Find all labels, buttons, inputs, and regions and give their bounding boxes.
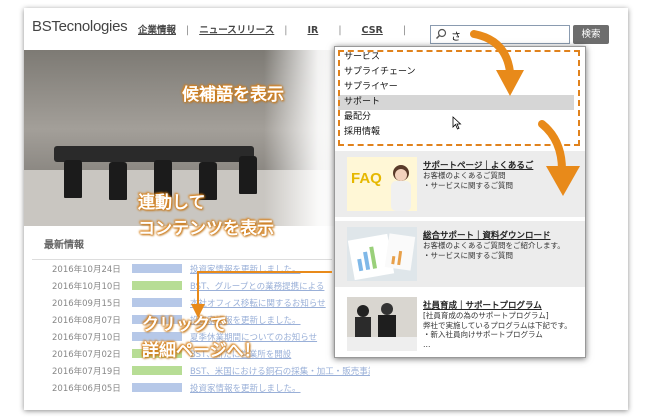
news-date: 2016年06月05日 bbox=[52, 384, 121, 394]
news-date: 2016年10月24日 bbox=[52, 265, 121, 275]
search-query: さ bbox=[451, 32, 461, 43]
news-date: 2016年07月10日 bbox=[52, 333, 121, 343]
search-button[interactable]: 検索 bbox=[573, 25, 609, 44]
card-title[interactable]: サポートページ｜よくあるご bbox=[423, 159, 533, 171]
nav-company[interactable]: 企業情報 bbox=[138, 25, 176, 36]
faq-thumbnail: FAQ bbox=[347, 157, 417, 211]
global-nav: 企業情報 | ニュースリリース | IR | CSR | bbox=[138, 25, 407, 36]
news-category-badge bbox=[132, 366, 182, 375]
meeting-thumbnail bbox=[347, 297, 417, 351]
arrow-to-content-icon bbox=[538, 120, 580, 196]
mouse-cursor-icon bbox=[452, 116, 462, 130]
document-thumbnail bbox=[347, 227, 417, 281]
callout-show-suggestions: 候補語を表示 bbox=[182, 85, 284, 105]
search-icon bbox=[435, 28, 447, 40]
card-title[interactable]: 総合サポート｜資料ダウンロード bbox=[423, 229, 551, 241]
news-category-badge bbox=[132, 298, 182, 307]
card-description: [社員育成の為のサポートプログラム] 弊社で実施しているプログラムは下記です。 ・新… bbox=[423, 311, 572, 349]
card-description: お客様のよくあるご質問をご紹介します。 ・サービスに関するご質問 bbox=[423, 241, 565, 260]
news-category-badge bbox=[132, 383, 182, 392]
arrow-to-suggestions-icon bbox=[470, 30, 524, 96]
news-date: 2016年07月02日 bbox=[52, 350, 121, 360]
callout-linked-line2: コンテンツを表示 bbox=[138, 219, 274, 239]
callout-click-line1: クリックで bbox=[142, 315, 227, 335]
nav-news[interactable]: ニュースリリース bbox=[199, 25, 274, 36]
news-row[interactable]: 2016年06月05日 投資家情報を更新しました。 bbox=[32, 379, 332, 396]
news-category-badge bbox=[132, 264, 182, 273]
nav-ir[interactable]: IR bbox=[307, 25, 318, 36]
news-date: 2016年10月10日 bbox=[52, 282, 121, 292]
news-date: 2016年08月07日 bbox=[52, 316, 121, 326]
card-title[interactable]: 社員育成｜サポートプログラム bbox=[423, 299, 542, 311]
news-link[interactable]: BST、米国における銅石の採集・加工・販売事業に参画 bbox=[190, 365, 370, 377]
content-card-training[interactable]: 社員育成｜サポートプログラム [社員育成の為のサポートプログラム] 弊社で実施して… bbox=[335, 291, 585, 357]
nav-csr[interactable]: CSR bbox=[362, 25, 383, 36]
callout-linked-line1: 連動して bbox=[138, 193, 206, 213]
news-date: 2016年07月19日 bbox=[52, 367, 121, 377]
news-link[interactable]: 投資家情報を更新しました。 bbox=[190, 382, 370, 394]
callout-click-line2: 詳細ページへ！ bbox=[142, 341, 261, 361]
search-suggest-dropdown: サービス サプライチェーン サプライヤー サポート 最配分 採用情報 FAQ サポートペー… bbox=[334, 46, 586, 358]
content-card-download[interactable]: 総合サポート｜資料ダウンロード お客様のよくあるご質問をご紹介します。 ・サービス… bbox=[335, 221, 585, 287]
news-date: 2016年09月15日 bbox=[52, 299, 121, 309]
svg-text:FAQ: FAQ bbox=[351, 170, 382, 187]
news-row[interactable]: 2016年07月19日 BST、米国における銅石の採集・加工・販売事業に参画 bbox=[32, 362, 370, 379]
browser-page: BSTecnologies 企業情報 | ニュースリリース | IR | CSR | さ 検索… bbox=[24, 8, 628, 410]
site-logo[interactable]: BSTecnologies bbox=[32, 18, 128, 35]
news-category-badge bbox=[132, 281, 182, 290]
